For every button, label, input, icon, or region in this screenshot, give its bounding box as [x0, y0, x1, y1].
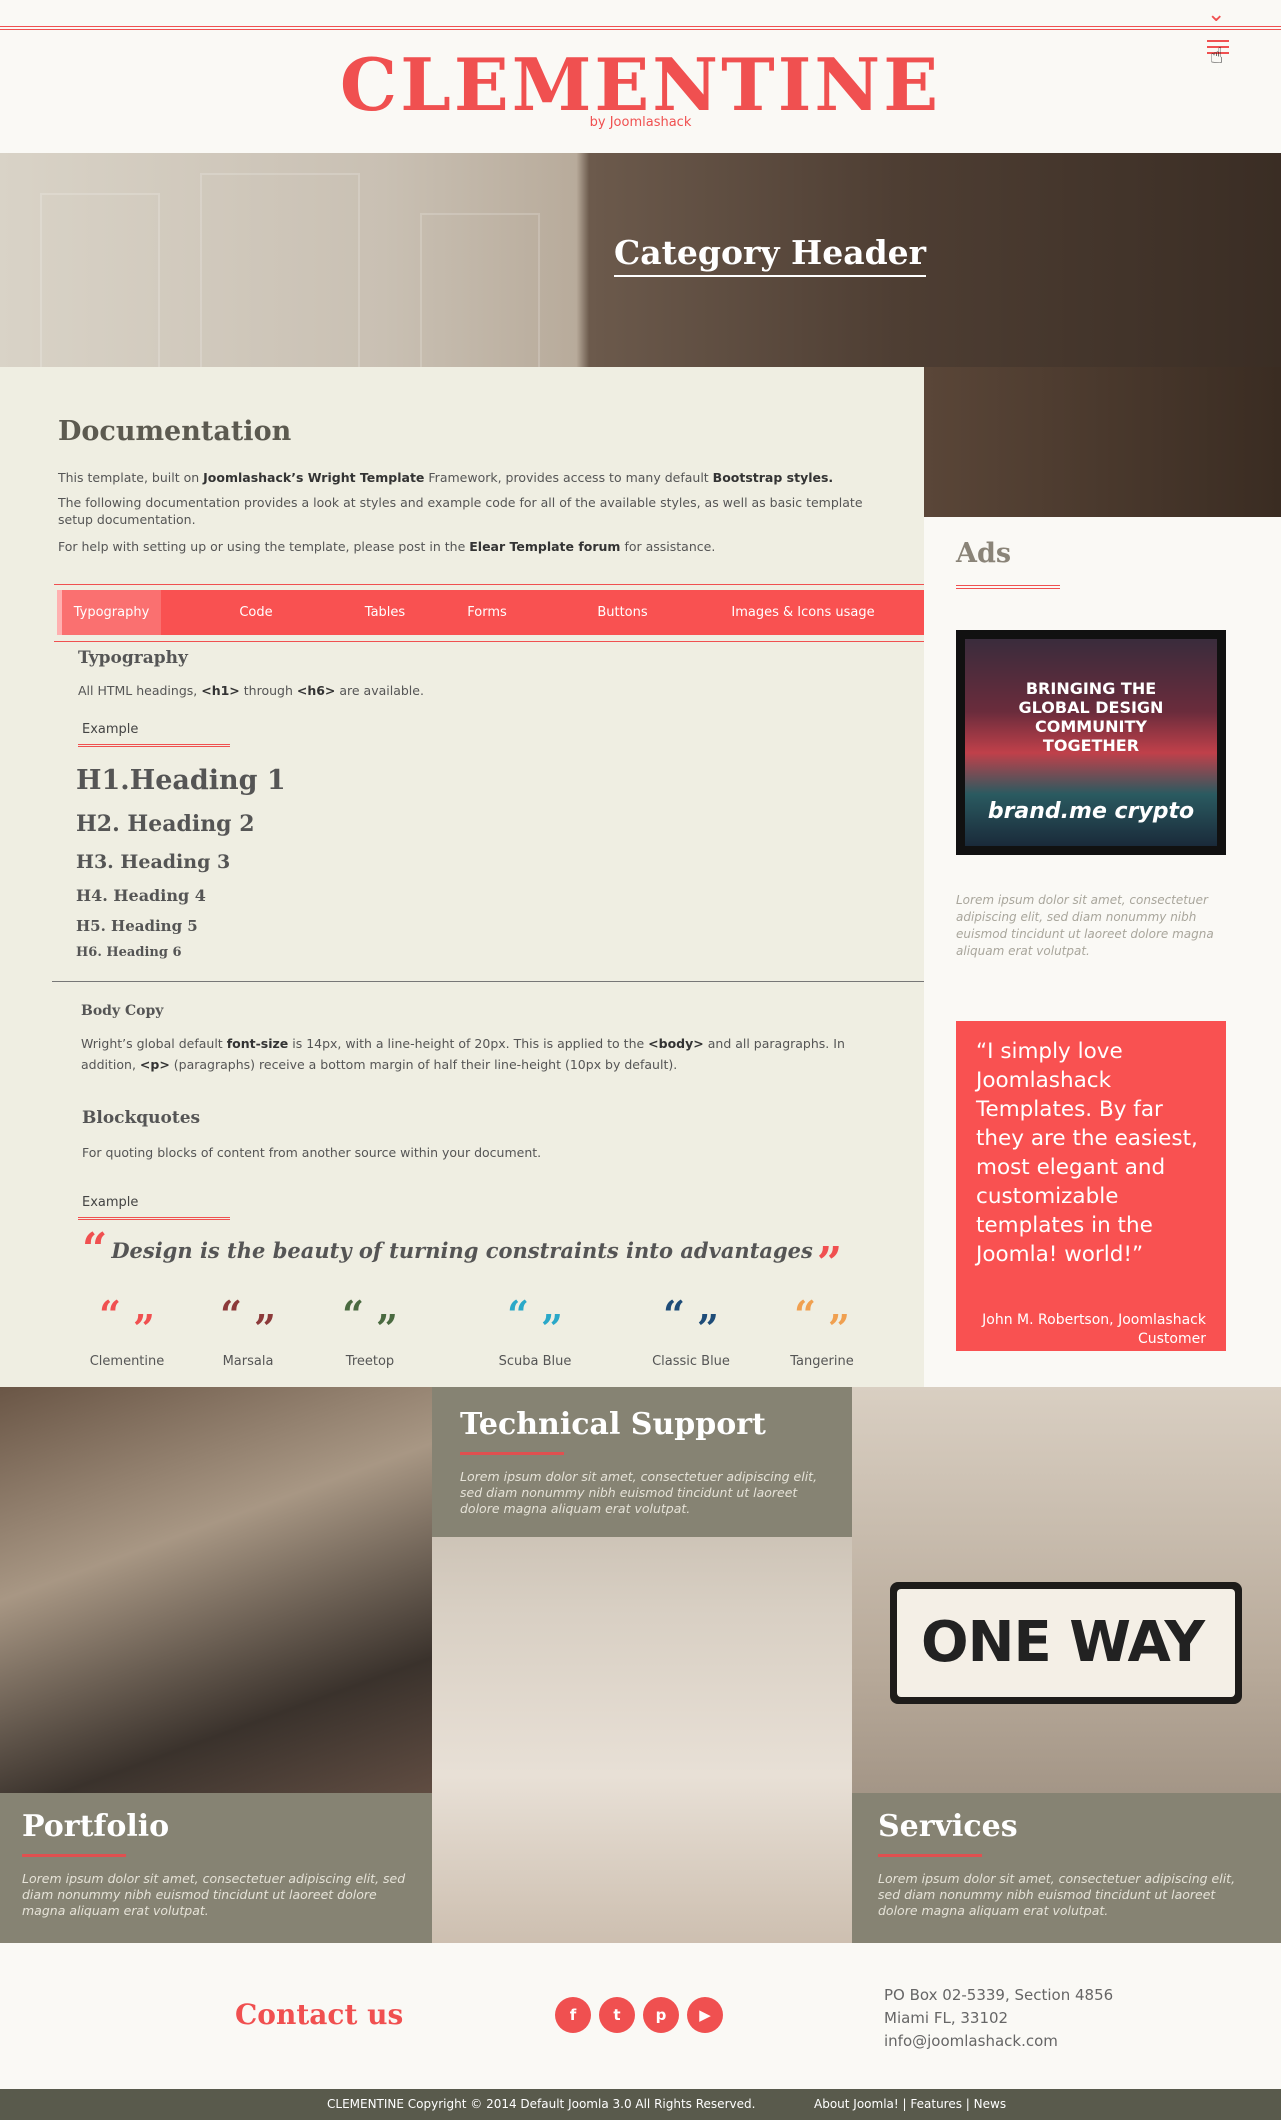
- portfolio-title[interactable]: Portfolio: [22, 1809, 410, 1844]
- pinterest-icon[interactable]: p: [643, 1997, 679, 2033]
- portfolio-text: Lorem ipsum dolor sit amet, consectetuer…: [22, 1871, 406, 1918]
- example-label: Example: [82, 722, 139, 737]
- quote-marks-icon: “”: [342, 1292, 398, 1351]
- swatch-item: “” Scuba Blue: [475, 1292, 595, 1370]
- services-text: Lorem ipsum dolor sit amet, consectetuer…: [878, 1871, 1236, 1918]
- heading-5-sample: H5. Heading 5: [76, 917, 198, 935]
- close-quote-icon: ”: [816, 1238, 843, 1289]
- testimonial-author: John M. Robertson, Joomlashack Customer: [982, 1312, 1206, 1347]
- address-line-2: Miami FL, 33102: [884, 2009, 1009, 2027]
- swatch-item: “” Tangerine: [762, 1292, 882, 1370]
- quote-marks-icon: “”: [99, 1292, 155, 1351]
- swatch-item: “” Clementine: [67, 1292, 187, 1370]
- intro-paragraph-3: For help with setting up or using the te…: [58, 539, 716, 554]
- chevron-down-icon[interactable]: ⌄: [1207, 2, 1225, 27]
- footer: CLEMENTINE Copyright © 2014 Default Joom…: [0, 2089, 1281, 2120]
- technical-support-text: Lorem ipsum dolor sit amet, consectetuer…: [460, 1469, 818, 1516]
- address-line-1: PO Box 02-5339, Section 4856: [884, 1986, 1114, 2004]
- ads-heading: Ads: [956, 538, 1012, 569]
- blockquote-example: “ Design is the beauty of turning constr…: [82, 1224, 843, 1289]
- ad-banner[interactable]: BRINGING THE GLOBAL DESIGN COMMUNITY TOG…: [956, 630, 1226, 855]
- technical-support-tile[interactable]: Technical Support Lorem ipsum dolor sit …: [432, 1387, 852, 1943]
- heading-6-sample: H6. Heading 6: [76, 945, 182, 960]
- footer-link-news[interactable]: News: [974, 2097, 1006, 2111]
- example-underline: [78, 744, 230, 747]
- testimonial-box: “I simply love Joomlashack Templates. By…: [956, 1021, 1226, 1351]
- ad-banner-text: BRINGING THE GLOBAL DESIGN COMMUNITY TOG…: [1018, 679, 1164, 755]
- page-title: Documentation: [58, 416, 292, 447]
- services-title[interactable]: Services: [878, 1809, 1255, 1844]
- open-quote-icon: “: [82, 1224, 108, 1275]
- twitter-icon[interactable]: t: [599, 1997, 635, 2033]
- hero-title: Category Header: [614, 233, 927, 277]
- tab-forms[interactable]: Forms: [419, 590, 555, 635]
- footer-copyright: CLEMENTINE Copyright © 2014 Default Joom…: [327, 2097, 756, 2111]
- heading-3-sample: H3. Heading 3: [76, 851, 231, 873]
- quote-marks-icon: “”: [220, 1292, 276, 1351]
- facebook-icon[interactable]: f: [555, 1997, 591, 2033]
- typography-description: All HTML headings, <h1> through <h6> are…: [78, 683, 424, 698]
- sidebar-hero-image: [924, 367, 1281, 517]
- heading-2-sample: H2. Heading 2: [76, 811, 255, 837]
- one-way-sign: ONE WAY: [890, 1582, 1242, 1704]
- body-copy-text: Wright’s global default font-size is 14p…: [81, 1036, 845, 1072]
- testimonial-text: “I simply love Joomlashack Templates. By…: [976, 1039, 1198, 1267]
- portfolio-tile[interactable]: Portfolio Lorem ipsum dolor sit amet, co…: [0, 1387, 432, 1943]
- example-underline-2: [78, 1217, 230, 1220]
- ad-logo: brand.me crypto: [987, 799, 1195, 824]
- typography-heading: Typography: [78, 648, 188, 668]
- ads-underline: [956, 585, 1060, 589]
- quote-marks-icon: “”: [507, 1292, 563, 1351]
- swatch-name: Scuba Blue: [498, 1354, 572, 1369]
- intro-paragraph-2: The following documentation provides a l…: [58, 495, 863, 527]
- contact-email[interactable]: info@joomlashack.com: [884, 2032, 1058, 2050]
- blockquotes-heading: Blockquotes: [82, 1108, 201, 1128]
- top-rule: [0, 26, 1281, 30]
- contact-title: Contact us: [235, 1998, 404, 2031]
- heading-4-sample: H4. Heading 4: [76, 886, 206, 905]
- tab-buttons[interactable]: Buttons: [555, 590, 690, 635]
- swatch-name: Classic Blue: [652, 1354, 730, 1369]
- footer-link-features[interactable]: Features: [910, 2097, 962, 2111]
- tab-images-icons[interactable]: Images & Icons usage: [690, 590, 916, 635]
- intro-paragraph-1: This template, built on Joomlashack’s Wr…: [58, 470, 834, 485]
- site-logo-subtitle[interactable]: by Joomlashack: [0, 115, 1281, 130]
- youtube-icon[interactable]: ▶: [687, 1997, 723, 2033]
- footer-links: About Joomla! | Features | News: [814, 2097, 1007, 2111]
- section-divider: [52, 981, 924, 982]
- forum-link[interactable]: Elear Template forum: [469, 539, 620, 554]
- tab-tables[interactable]: Tables: [351, 590, 419, 635]
- tab-typography[interactable]: Typography: [57, 590, 161, 635]
- technical-support-title[interactable]: Technical Support: [460, 1407, 824, 1442]
- swatch-item: “” Marsala: [188, 1292, 308, 1370]
- body-copy-heading: Body Copy: [81, 1003, 164, 1019]
- footer-link-about[interactable]: About Joomla!: [814, 2097, 899, 2111]
- swatch-item: “” Classic Blue: [631, 1292, 751, 1370]
- ads-description: Lorem ipsum dolor sit amet, consectetuer…: [956, 893, 1214, 958]
- example-label-2: Example: [82, 1195, 139, 1210]
- blockquotes-description: For quoting blocks of content from anoth…: [82, 1145, 542, 1160]
- swatch-name: Marsala: [222, 1354, 274, 1369]
- swatch-name: Tangerine: [790, 1354, 854, 1369]
- swatch-name: Treetop: [345, 1354, 395, 1369]
- tab-code[interactable]: Code: [161, 590, 351, 635]
- quote-marks-icon: “”: [663, 1292, 719, 1351]
- heading-1-sample: H1.Heading 1: [76, 765, 286, 796]
- blockquote-text: Design is the beauty of turning constrai…: [111, 1238, 813, 1263]
- swatch-item: “” Treetop: [310, 1292, 430, 1370]
- swatch-name: Clementine: [89, 1354, 165, 1369]
- quote-marks-icon: “”: [794, 1292, 850, 1351]
- doc-tabs: Typography Code Tables Forms Buttons Ima…: [57, 590, 924, 635]
